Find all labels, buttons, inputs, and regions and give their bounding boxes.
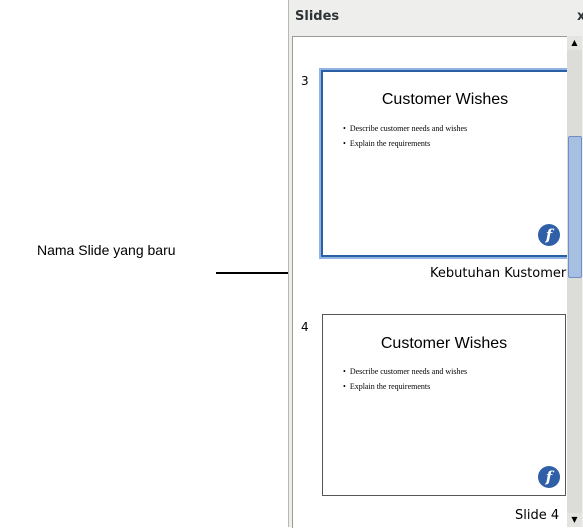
slides-panel: Slides x 3 Customer Wishes Describe cust…: [288, 0, 583, 528]
slide-list[interactable]: 3 Customer Wishes Describe customer need…: [292, 36, 567, 528]
slide-name-label: Kebutuhan Kustomer: [430, 266, 567, 281]
vertical-scrollbar[interactable]: ▲ ▼: [567, 36, 582, 527]
slide-bullet: Describe customer needs and wishes: [343, 124, 467, 133]
slide-bullet: Explain the requirements: [343, 139, 467, 148]
panel-header: Slides x: [289, 0, 583, 36]
scrollbar-thumb[interactable]: [568, 136, 582, 278]
slide-thumbnail[interactable]: Customer Wishes Describe customer needs …: [322, 314, 566, 496]
slide-thumbnail-selected[interactable]: Customer Wishes Describe customer needs …: [321, 70, 567, 257]
slide-bullet: Explain the requirements: [343, 382, 467, 391]
slide-number: 3: [301, 74, 309, 88]
slide-bullet: Describe customer needs and wishes: [343, 367, 467, 376]
fedora-logo-icon: f: [538, 466, 560, 488]
fedora-logo-icon: f: [538, 224, 560, 246]
annotation-label: Nama Slide yang baru: [37, 242, 176, 258]
slide-title: Customer Wishes: [381, 91, 509, 108]
slide-number: 4: [301, 320, 309, 334]
scroll-up-icon[interactable]: ▲: [567, 36, 582, 50]
slide-bullet-list: Describe customer needs and wishes Expla…: [343, 124, 467, 154]
slide-bullet-list: Describe customer needs and wishes Expla…: [343, 367, 467, 397]
slide-name-label: Slide 4: [515, 508, 560, 523]
scroll-down-icon[interactable]: ▼: [567, 513, 582, 527]
close-icon[interactable]: x: [577, 9, 583, 24]
slide-title: Customer Wishes: [380, 335, 508, 352]
panel-title: Slides: [295, 9, 340, 24]
